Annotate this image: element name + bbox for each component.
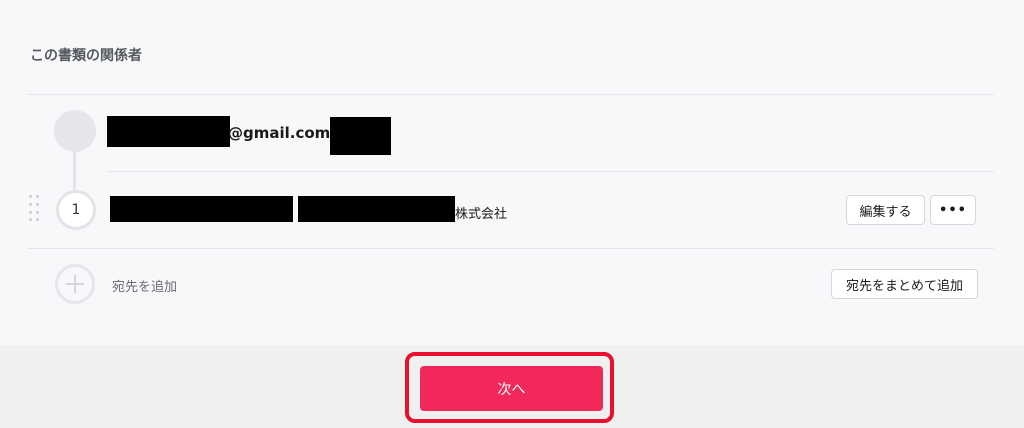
section-title: この書類の関係者 bbox=[30, 48, 142, 64]
recipient-company-suffix: 株式会社 bbox=[455, 207, 508, 222]
redacted-sender-extra bbox=[330, 117, 391, 155]
redacted-sender-name bbox=[107, 116, 230, 147]
divider bbox=[28, 248, 994, 249]
divider bbox=[28, 94, 994, 95]
recipient-order-badge: 1 bbox=[56, 190, 96, 230]
redacted-recipient-name bbox=[110, 196, 293, 222]
bulk-add-recipients-button[interactable]: 宛先をまとめて追加 bbox=[831, 269, 978, 299]
add-recipient-label[interactable]: 宛先を追加 bbox=[112, 276, 177, 295]
timeline-connector bbox=[73, 150, 76, 192]
next-button[interactable]: 次へ bbox=[420, 366, 603, 411]
sender-email: @gmail.com bbox=[228, 124, 331, 142]
edit-button[interactable]: 編集する bbox=[846, 195, 925, 225]
more-options-button[interactable]: ••• bbox=[930, 195, 976, 225]
sender-avatar bbox=[54, 110, 96, 152]
divider bbox=[108, 171, 994, 172]
add-recipient-icon[interactable] bbox=[55, 264, 95, 304]
drag-handle-icon[interactable] bbox=[29, 195, 39, 223]
redacted-recipient-company bbox=[298, 196, 455, 222]
